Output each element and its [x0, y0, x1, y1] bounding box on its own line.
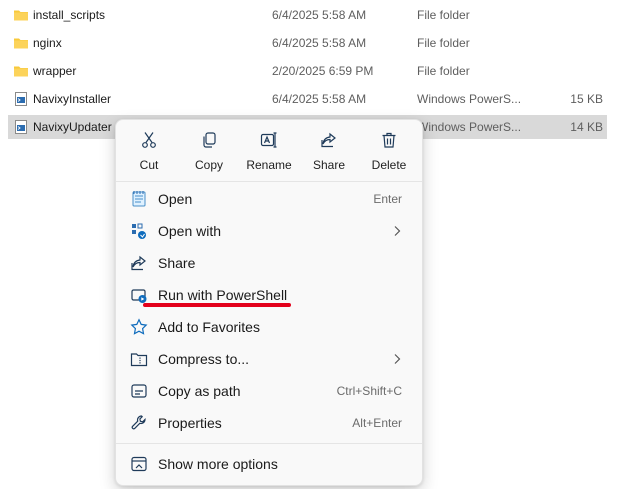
chevron-right-icon [394, 226, 401, 236]
powershell-script-icon [15, 92, 27, 106]
rename-label: Rename [246, 158, 292, 172]
folder-icon [14, 66, 28, 77]
menu-item-label: Share [158, 255, 196, 271]
menu-item-show-more-options[interactable]: Show more options [122, 449, 416, 479]
menu-separator [116, 443, 422, 444]
share-label: Share [312, 158, 346, 172]
file-name: NavixyInstaller [33, 92, 112, 106]
copy-path-icon [131, 384, 147, 398]
share-icon [321, 132, 336, 148]
share-icon [131, 255, 146, 271]
file-type: File folder [417, 8, 470, 22]
file-name: nginx [33, 36, 62, 50]
file-size: 14 KB [570, 120, 603, 134]
file-row-wrapper[interactable]: wrapper 2/20/2025 6:59 PM File folder [8, 59, 607, 83]
menu-item-label: Properties [158, 415, 222, 431]
open-with-icon [132, 223, 146, 239]
menu-item-label: Run with PowerShell [158, 287, 288, 303]
powershell-script-icon [15, 120, 27, 134]
file-type: File folder [417, 64, 470, 78]
folder-icon [14, 10, 28, 21]
file-size: 15 KB [570, 92, 603, 106]
menu-item-add-to-favorites[interactable]: Add to Favorites [122, 312, 416, 342]
menu-item-shortcut: Alt+Enter [352, 416, 402, 430]
menu-item-compress-to[interactable]: Compress to... [122, 344, 416, 374]
cut-label: Cut [139, 158, 159, 172]
cut-icon [142, 132, 156, 148]
menu-item-label: Compress to... [158, 351, 250, 367]
menu-item-label: Add to Favorites [158, 319, 260, 335]
copy-label: Copy [194, 158, 223, 172]
file-type: Windows PowerS... [417, 120, 522, 134]
menu-item-shortcut: Enter [373, 192, 402, 206]
file-date: 6/4/2025 5:58 AM [272, 8, 367, 22]
file-date: 6/4/2025 5:58 AM [272, 36, 367, 50]
file-name: install_scripts [33, 8, 106, 22]
show-more-options-icon [131, 456, 147, 472]
menu-item-label: Show more options [158, 456, 278, 472]
cut-button[interactable]: Cut [120, 126, 178, 176]
menu-separator [116, 181, 422, 182]
file-name: wrapper [33, 64, 77, 78]
chevron-right-icon [394, 354, 401, 364]
menu-item-share[interactable]: Share [122, 248, 416, 278]
menu-item-label: Open [158, 191, 193, 207]
file-row-navixy-installer[interactable]: NavixyInstaller 6/4/2025 5:58 AM Windows… [8, 87, 607, 111]
file-row-nginx[interactable]: nginx 6/4/2025 5:58 AM File folder [8, 31, 607, 55]
file-type: File folder [417, 36, 470, 50]
compress-folder-icon [130, 353, 148, 367]
copy-button[interactable]: Copy [180, 126, 238, 176]
file-date: 6/4/2025 5:58 AM [272, 92, 367, 106]
menu-item-open-with[interactable]: Open with [122, 216, 416, 246]
menu-item-label: Open with [158, 223, 222, 239]
share-button[interactable]: Share [300, 126, 358, 176]
delete-label: Delete [371, 158, 407, 172]
menu-item-copy-as-path[interactable]: Copy as path Ctrl+Shift+C [122, 376, 416, 406]
copy-icon [203, 132, 216, 148]
menu-item-label: Copy as path [158, 383, 241, 399]
folder-icon [14, 38, 28, 49]
delete-icon [382, 132, 396, 148]
annotation-underline [143, 303, 291, 307]
wrench-icon [131, 415, 146, 430]
context-menu-action-bar: Cut Copy Rename Share Delete [116, 120, 422, 180]
star-icon [130, 318, 148, 335]
file-row-install-scripts[interactable]: install_scripts 6/4/2025 5:58 AM File fo… [8, 3, 607, 27]
powershell-run-icon [131, 289, 147, 303]
menu-item-properties[interactable]: Properties Alt+Enter [122, 408, 416, 438]
open-notepad-icon [132, 191, 146, 207]
delete-button[interactable]: Delete [360, 126, 418, 176]
file-type: Windows PowerS... [417, 92, 522, 106]
rename-icon [260, 132, 277, 148]
file-date: 2/20/2025 6:59 PM [272, 64, 374, 78]
menu-item-open[interactable]: Open Enter [122, 184, 416, 214]
file-name: NavixyUpdater [33, 120, 112, 134]
rename-button[interactable]: Rename [240, 126, 298, 176]
menu-item-shortcut: Ctrl+Shift+C [336, 384, 402, 398]
